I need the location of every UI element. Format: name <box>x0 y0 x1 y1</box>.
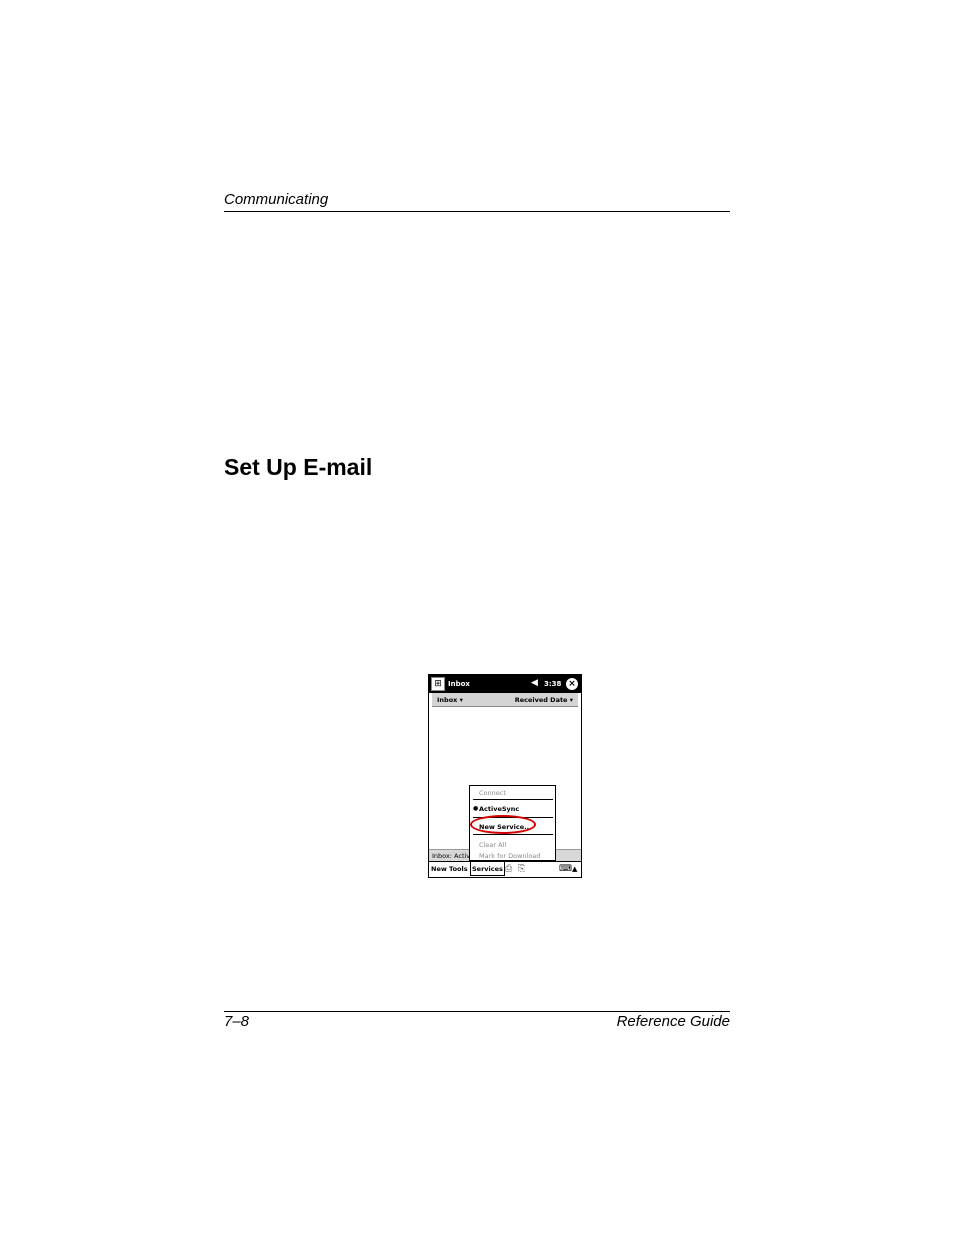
section-title: Set Up E-mail <box>224 454 373 480</box>
sort-dropdown[interactable]: Received Date ▾ <box>515 696 573 704</box>
device-screenshot: ⊞ Inbox ◀︎ 3:38 × Inbox ▾ Received Date … <box>428 674 582 878</box>
menu-item-activesync[interactable]: ActiveSync <box>479 805 519 813</box>
keyboard-icon[interactable]: ⌨ <box>559 864 572 874</box>
header-rule <box>224 211 730 212</box>
close-icon[interactable]: × <box>566 678 578 690</box>
title-bar: ⊞ Inbox ◀︎ 3:38 × <box>429 675 581 693</box>
send-receive-icon[interactable]: ⎙ <box>505 864 512 874</box>
menu-separator <box>473 799 553 800</box>
book-title: Reference Guide <box>616 1013 730 1030</box>
menu-item-mark-for-download: Mark for Download <box>479 852 541 860</box>
menu-item-connect: Connect <box>479 789 506 797</box>
input-arrow-icon[interactable]: ▲ <box>572 865 577 873</box>
menu-bar: New Tools Services ⎙ ⎘ ⌨ ▲ <box>429 861 581 877</box>
bullet-icon: ● <box>473 805 479 812</box>
menu-tools[interactable]: Tools <box>449 865 468 873</box>
status-text: Inbox: Activ <box>432 852 471 860</box>
menu-new[interactable]: New <box>431 865 447 873</box>
page-number: 7–8 <box>224 1013 250 1030</box>
clock[interactable]: 3:38 <box>544 680 561 688</box>
start-menu-icon[interactable]: ⊞ <box>431 677 445 691</box>
speaker-icon[interactable]: ◀︎ <box>531 678 538 688</box>
menu-separator <box>473 834 553 835</box>
folder-icon[interactable]: ⎘ <box>518 864 525 874</box>
running-header: Communicating <box>224 191 329 208</box>
folder-dropdown[interactable]: Inbox ▾ <box>437 696 463 704</box>
footer-rule <box>224 1011 730 1012</box>
menu-services[interactable]: Services <box>470 862 505 876</box>
highlight-ring <box>470 815 536 834</box>
filter-bar: Inbox ▾ Received Date ▾ <box>432 693 578 707</box>
menu-item-clear-all: Clear All <box>479 841 507 849</box>
app-title: Inbox <box>448 680 470 688</box>
